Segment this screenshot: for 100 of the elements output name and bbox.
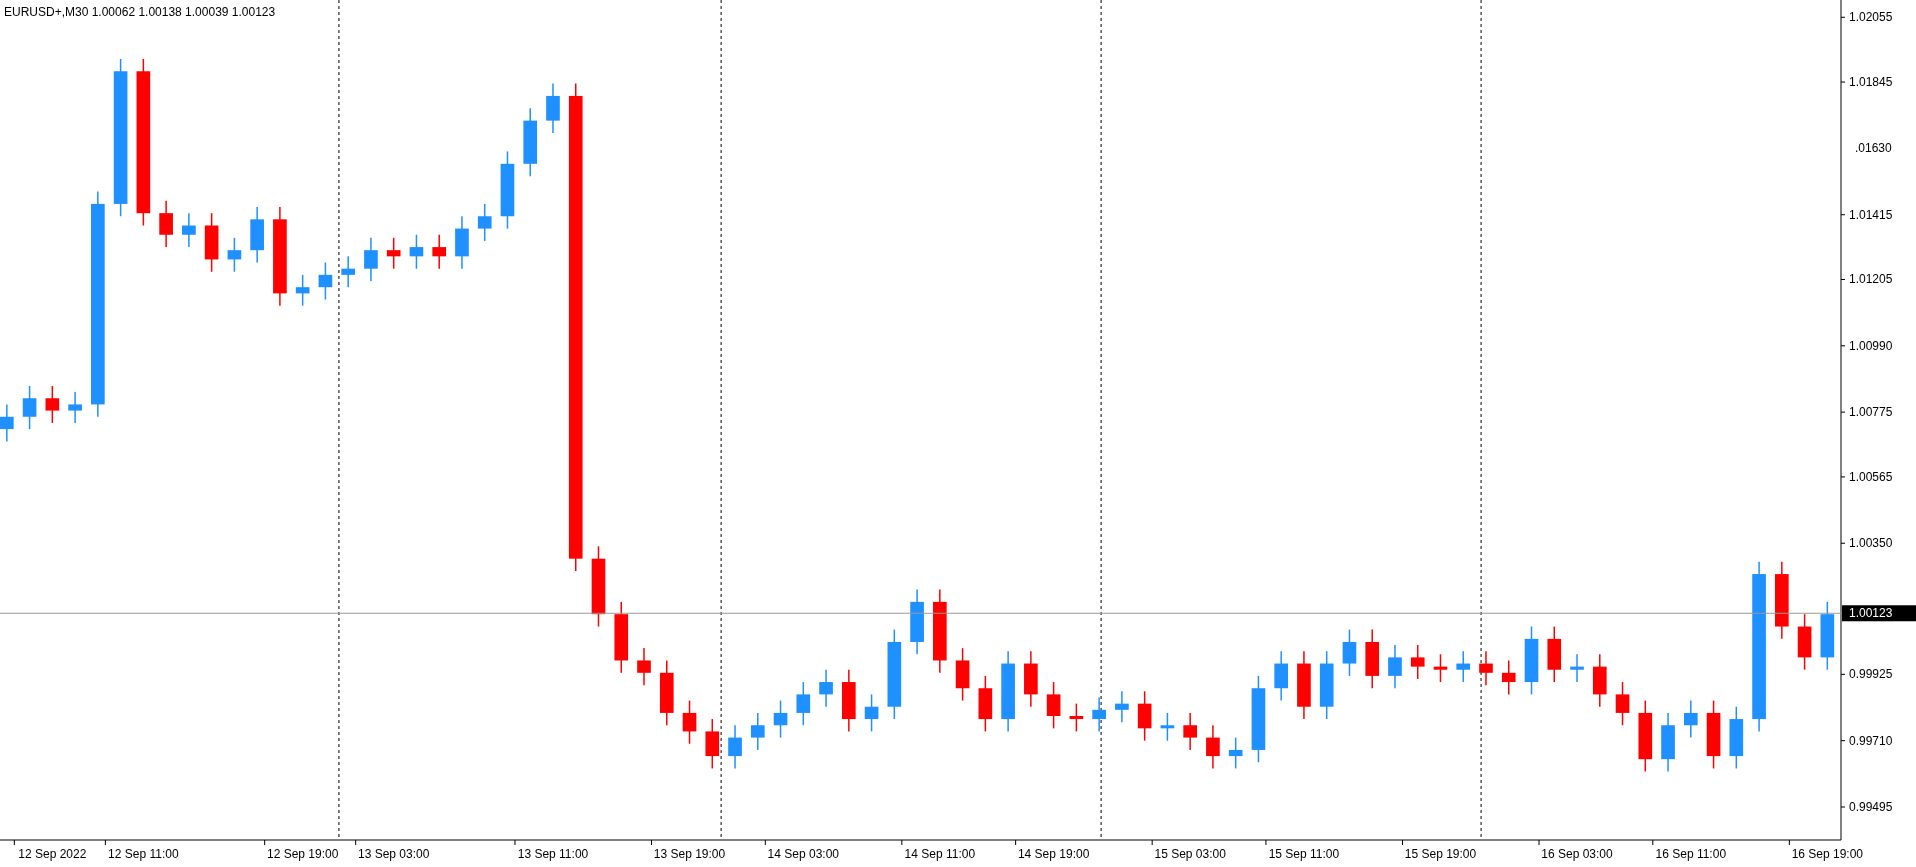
candle-body — [1524, 638, 1539, 683]
candle-body — [68, 404, 82, 411]
candle-wick — [1439, 653, 1442, 683]
candle-body — [1137, 703, 1152, 729]
time-label: 13 Sep 03:00 — [358, 847, 430, 861]
candle-wick — [324, 261, 327, 301]
candle-wick — [392, 237, 395, 270]
candle-wick — [438, 234, 440, 270]
candle-body — [1183, 725, 1197, 738]
candle-body — [1228, 749, 1243, 757]
price-label: .01630 — [1855, 141, 1892, 156]
candle-body — [295, 287, 310, 294]
current-price-tag: 1.00123 — [1842, 605, 1916, 622]
candle-body — [1615, 694, 1630, 713]
candle-wick — [1121, 690, 1123, 723]
candle-wick — [1621, 681, 1624, 726]
candle-body — [887, 641, 902, 707]
candle-wick — [1189, 712, 1191, 751]
candle-wick — [483, 203, 486, 242]
candle-wick — [1576, 653, 1578, 683]
candle-wick — [1462, 650, 1464, 683]
candle-wick — [415, 234, 418, 270]
candle-body — [1820, 614, 1835, 658]
candle-wick — [188, 212, 190, 248]
candle-body — [500, 163, 515, 217]
time-label: 15 Sep 03:00 — [1154, 847, 1226, 861]
candle-body — [227, 250, 242, 260]
candle-body — [1684, 712, 1698, 726]
candle-body — [1501, 672, 1516, 683]
candle-body — [910, 601, 924, 642]
candle-wick — [233, 237, 236, 273]
candle-body — [1388, 657, 1402, 676]
candle-wick — [1348, 628, 1351, 677]
time-label: 13 Sep 11:00 — [517, 847, 589, 861]
candle-body — [318, 274, 333, 288]
candle-wick — [1098, 696, 1100, 733]
time-label: 13 Sep 19:00 — [653, 847, 726, 861]
candle-body — [864, 706, 879, 720]
candle-body — [1433, 666, 1448, 670]
candle-wick — [1394, 644, 1396, 689]
time-label: 12 Sep 2022 — [18, 847, 87, 861]
candle-body — [546, 95, 560, 121]
ref-line-label: 1.00123 — [1849, 606, 1893, 621]
candle-wick — [370, 237, 372, 282]
candle-wick — [1075, 702, 1078, 733]
candle-body — [819, 682, 833, 695]
candle-body — [1046, 694, 1061, 716]
price-label: 1.00350 — [1849, 536, 1893, 551]
price-label: 1.01205 — [1849, 272, 1893, 287]
candle-body — [204, 225, 219, 260]
time-label: 16 Sep 19:00 — [1791, 847, 1864, 861]
candle-wick — [1052, 681, 1055, 730]
price-label: 1.02055 — [1849, 10, 1893, 25]
candle-body — [978, 688, 993, 720]
time-label: 12 Sep 11:00 — [108, 847, 179, 861]
candle-body — [1342, 641, 1357, 664]
candle-body — [750, 725, 765, 738]
candle-body — [1570, 666, 1584, 670]
candle-wick — [28, 385, 31, 430]
candle-body — [0, 416, 14, 430]
candle-body — [1638, 712, 1653, 760]
candle-body — [728, 737, 742, 757]
candle-body — [842, 682, 856, 720]
price-label: 1.01845 — [1849, 75, 1893, 90]
candle-body — [705, 731, 720, 757]
candle-wick — [870, 693, 873, 733]
candle-wick — [6, 403, 8, 443]
time-label: 14 Sep 19:00 — [1017, 847, 1090, 861]
candle-body — [1479, 663, 1493, 673]
candle-body — [1706, 712, 1721, 757]
candle-wick — [688, 699, 691, 745]
candle-wick — [1234, 736, 1237, 770]
time-label: 15 Sep 11:00 — [1268, 847, 1340, 861]
time-label: 15 Sep 19:00 — [1404, 847, 1477, 861]
candle-body — [1297, 663, 1311, 707]
time-label: 16 Sep 03:00 — [1541, 847, 1613, 861]
candle-wick — [757, 712, 759, 751]
candle-body — [250, 219, 264, 251]
candle-wick — [74, 391, 76, 424]
time-label: 12 Sep 19:00 — [266, 847, 339, 861]
candle-body — [386, 250, 401, 257]
candle-body — [22, 398, 37, 417]
candle-body — [1456, 663, 1471, 670]
candle-body — [341, 268, 355, 275]
price-label: 1.00990 — [1849, 338, 1893, 353]
candle-wick — [347, 255, 349, 288]
candle-body — [1024, 663, 1038, 695]
candle-wick — [734, 724, 736, 770]
candle-body — [1797, 626, 1812, 658]
candle-wick — [643, 647, 645, 686]
time-label: 14 Sep 03:00 — [767, 847, 839, 861]
candle-wick — [165, 200, 167, 248]
candle-body — [659, 672, 674, 713]
candle-body — [409, 247, 424, 257]
price-label: 0.99925 — [1849, 667, 1893, 682]
candle-wick — [1485, 650, 1487, 686]
candle-wick — [1508, 659, 1510, 696]
candle-body — [1410, 657, 1425, 667]
candle-body — [477, 216, 492, 229]
candle-body — [1274, 663, 1288, 689]
